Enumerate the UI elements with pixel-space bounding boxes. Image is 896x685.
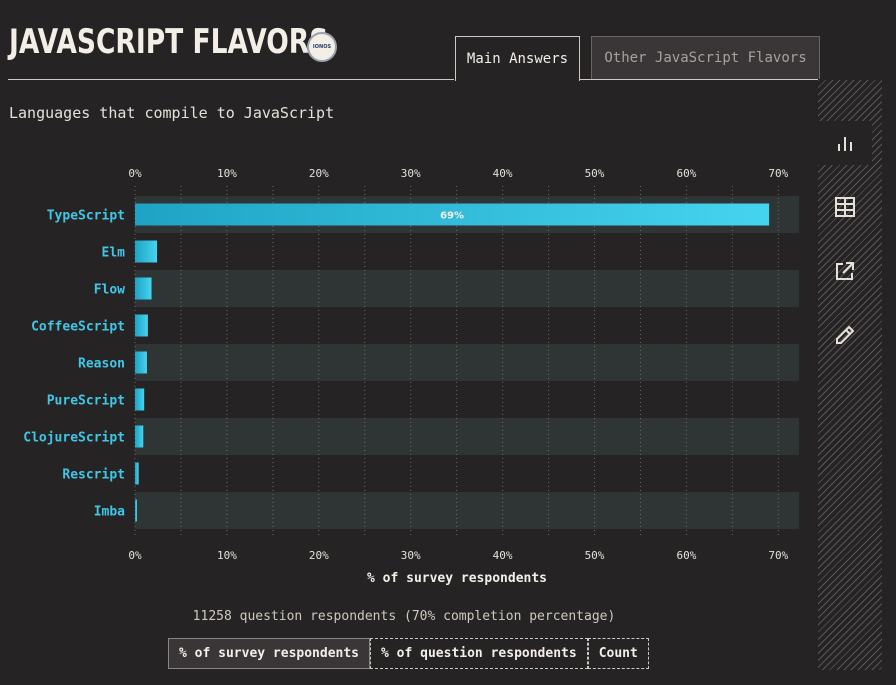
sidebar <box>818 80 882 670</box>
category-label: CoffeeScript <box>31 320 125 335</box>
share-button[interactable] <box>818 249 872 293</box>
category-label: Reason <box>78 357 125 372</box>
row-band <box>135 418 799 455</box>
edit-button[interactable] <box>818 313 872 357</box>
row-band <box>135 344 799 381</box>
bar-elm[interactable] <box>135 240 158 263</box>
row-band <box>135 270 799 307</box>
unit-question-respondents-button[interactable]: % of question respondents <box>370 638 588 669</box>
x-tick-label-bottom: 70% <box>768 549 788 562</box>
data-label: 69% <box>440 211 464 222</box>
bar-chart-button[interactable] <box>818 121 872 165</box>
bar-flow[interactable] <box>135 277 152 300</box>
category-label: Elm <box>102 246 126 261</box>
unit-count-button[interactable]: Count <box>587 638 649 669</box>
bar-coffeescript[interactable] <box>135 314 148 337</box>
x-tick-label-top: 0% <box>128 167 142 180</box>
bar-rescript[interactable] <box>135 462 139 485</box>
table-button[interactable] <box>818 185 872 229</box>
x-tick-label-top: 40% <box>493 167 513 180</box>
table-icon <box>835 197 855 217</box>
category-label: PureScript <box>47 394 125 409</box>
x-tick-label-bottom: 30% <box>401 549 421 562</box>
share-icon <box>836 262 854 280</box>
category-label: Flow <box>94 283 125 298</box>
bar-imba[interactable] <box>135 499 137 522</box>
x-tick-label-top: 50% <box>585 167 605 180</box>
bar-chart-icon <box>838 137 852 151</box>
x-tick-label-bottom: 50% <box>585 549 605 562</box>
x-tick-label-bottom: 40% <box>493 549 513 562</box>
x-tick-label-top: 60% <box>676 167 696 180</box>
category-label: TypeScript <box>47 209 125 224</box>
x-tick-label-top: 30% <box>401 167 421 180</box>
x-axis-label: % of survey respondents <box>367 571 547 586</box>
x-tick-label-top: 70% <box>768 167 788 180</box>
category-label: ClojureScript <box>23 431 125 446</box>
units-selector: % of survey respondents % of question re… <box>168 638 649 669</box>
x-tick-label-bottom: 10% <box>217 549 237 562</box>
bar-clojurescript[interactable] <box>135 425 144 448</box>
respondents-count: 11258 question respondents (70% completi… <box>192 609 616 624</box>
x-tick-label-bottom: 20% <box>309 549 329 562</box>
row-band <box>135 492 799 529</box>
unit-survey-respondents-button[interactable]: % of survey respondents <box>168 638 371 669</box>
bar-purescript[interactable] <box>135 388 145 411</box>
x-tick-label-bottom: 0% <box>128 549 142 562</box>
bar-chart: TypeScript 69% Elm Flow CoffeeScript Reason Pu… <box>23 167 799 586</box>
category-label: Imba <box>94 505 125 520</box>
category-label: Rescript <box>62 468 125 483</box>
x-tick-label-top: 20% <box>309 167 329 180</box>
pencil-icon <box>836 325 855 344</box>
x-tick-label-bottom: 60% <box>676 549 696 562</box>
x-tick-label-top: 10% <box>217 167 237 180</box>
bar-reason[interactable] <box>135 351 147 374</box>
